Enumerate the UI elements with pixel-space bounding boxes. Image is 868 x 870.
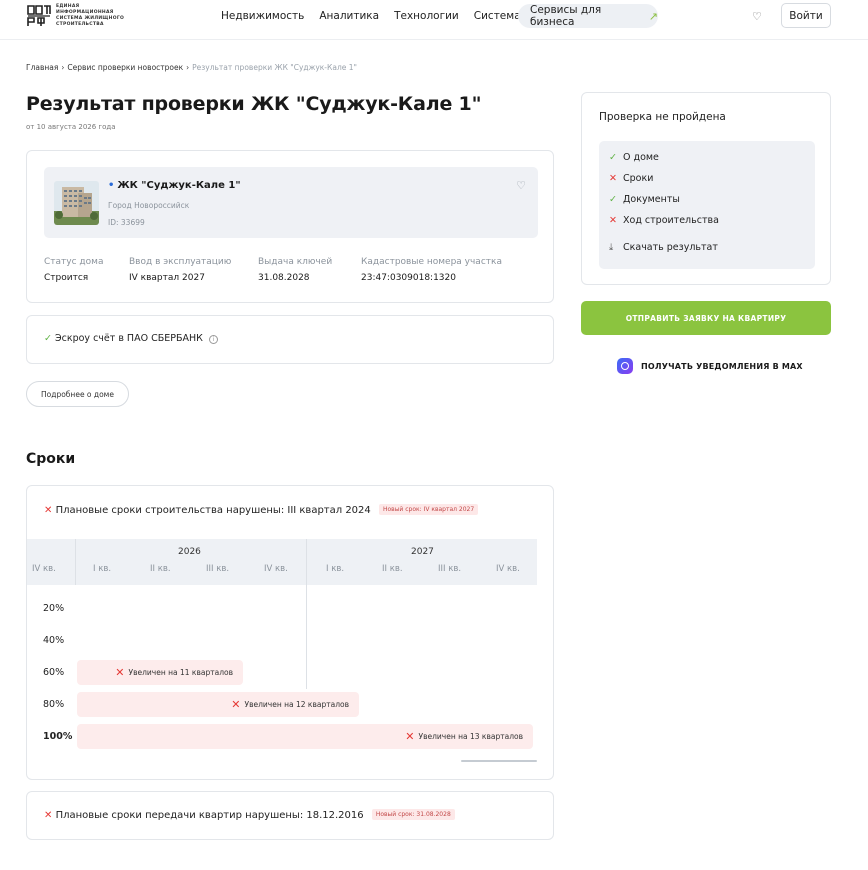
escrow-line: ✓ Эскроу счёт в ПАО СБЕРБАНК i: [44, 333, 218, 344]
fact-status: Статус дома Строится: [44, 257, 104, 283]
delay-bar-60[interactable]: ✕ Увеличен на 11 кварталов: [77, 660, 243, 685]
house-summary[interactable]: • ЖК "Суджук-Кале 1" Город Новороссийск I…: [44, 167, 538, 238]
favorite-heart-icon[interactable]: ♡: [516, 179, 526, 192]
max-notifications-link[interactable]: ПОЛУЧАТЬ УВЕДОМЛЕНИЯ В MAX: [617, 358, 803, 374]
chevron-right-icon: ›: [61, 63, 65, 72]
progress-row-label: 100%: [43, 731, 73, 742]
progress-row-label: 20%: [43, 603, 65, 614]
chevron-right-icon: ›: [186, 63, 190, 72]
nav-item-analytics[interactable]: Аналитика: [319, 10, 379, 22]
download-icon: ⤓: [609, 242, 614, 253]
timeline-year-divider: [306, 539, 307, 689]
construction-terms-card: ✕ Плановые сроки строительства нарушены:…: [26, 485, 554, 780]
page-title: Результат проверки ЖК "Суджук-Кале 1": [26, 93, 482, 115]
escrow-card: ✓ Эскроу счёт в ПАО СБЕРБАНК i: [26, 315, 554, 364]
handover-violation: ✕ Плановые сроки передачи квартир наруше…: [44, 809, 455, 821]
more-about-house-button[interactable]: Подробнее о доме: [26, 381, 129, 407]
quarter-label: III кв.: [206, 564, 230, 574]
check-items: ✓ О доме ✕ Сроки ✓ Документы ✕ Ход строитель…: [599, 141, 815, 269]
progress-row-label: 60%: [43, 667, 65, 678]
download-result-link[interactable]: ⤓ Скачать результат: [609, 242, 718, 253]
fact-commissioning: Ввод в эксплуатацию IV квартал 2027: [129, 257, 232, 283]
breadcrumb-service[interactable]: Сервис проверки новостроек: [67, 63, 183, 72]
house-city: Город Новороссийск: [108, 201, 190, 210]
timeline-scrollbar[interactable]: [461, 760, 537, 762]
house-facts: Статус дома Строится Ввод в эксплуатацию…: [44, 257, 538, 287]
cross-icon: ✕: [231, 698, 241, 711]
main-nav: Недвижимость Аналитика Технологии Систем…: [221, 10, 536, 22]
house-card: • ЖК "Суджук-Кале 1" Город Новороссийск I…: [26, 150, 554, 303]
escrow-text: Эскроу счёт в ПАО СБЕРБАНК: [55, 333, 203, 344]
cross-icon: ✕: [609, 173, 617, 184]
cross-icon: ✕: [609, 215, 617, 226]
max-messenger-icon: [617, 358, 633, 374]
terms-section-title: Сроки: [26, 451, 76, 467]
nav-item-system[interactable]: Система: [474, 10, 521, 22]
year-label: 2026: [178, 547, 201, 557]
quarter-label: II кв.: [150, 564, 171, 574]
dom-rf-logo-icon: [26, 3, 52, 29]
business-services-button[interactable]: Сервисы для бизнеса ↗: [518, 4, 658, 28]
arrow-up-right-icon: ↗: [648, 9, 658, 23]
check-result-card: Проверка не пройдена ✓ О доме ✕ Сроки ✓ Док…: [581, 92, 831, 285]
nav-item-realty[interactable]: Недвижимость: [221, 10, 304, 22]
check-item-documents[interactable]: ✓ Документы: [609, 194, 680, 205]
delay-bar-80[interactable]: ✕ Увеличен на 12 кварталов: [77, 692, 359, 717]
check-item-terms[interactable]: ✕ Сроки: [609, 173, 653, 184]
business-services-label: Сервисы для бизнеса: [530, 4, 602, 28]
logo[interactable]: ЕДИНАЯ ИНФОРМАЦИОННАЯ СИСТЕМА ЖИЛИЩНОГО …: [26, 3, 130, 29]
progress-row-label: 80%: [43, 699, 65, 710]
check-result-title: Проверка не пройдена: [599, 111, 726, 123]
fact-keys: Выдача ключей 31.08.2028: [258, 257, 333, 283]
nav-item-tech[interactable]: Технологии: [394, 10, 459, 22]
timeline-header: 2026 2027 IV кв. I кв. II кв. III кв. IV…: [27, 539, 537, 585]
breadcrumb-home[interactable]: Главная: [26, 63, 58, 72]
favorites-heart-icon[interactable]: ♡: [752, 10, 762, 23]
check-icon: ✓: [609, 152, 617, 163]
new-term-badge: Новый срок: 31.08.2028: [371, 809, 455, 820]
fact-cadastre: Кадастровые номера участка 23:47:0309018…: [361, 257, 502, 283]
dot-icon: •: [108, 180, 115, 191]
info-icon[interactable]: i: [208, 335, 218, 344]
check-icon: ✓: [609, 194, 617, 205]
cross-icon: ✕: [44, 505, 53, 516]
login-button[interactable]: Войти: [781, 3, 831, 28]
construction-violation: ✕ Плановые сроки строительства нарушены:…: [44, 504, 479, 516]
handover-terms-card: ✕ Плановые сроки передачи квартир наруше…: [26, 791, 554, 840]
delay-bar-100[interactable]: ✕ Увеличен на 13 кварталов: [77, 724, 533, 749]
cross-icon: ✕: [115, 666, 125, 679]
apartment-request-button[interactable]: ОТПРАВИТЬ ЗАЯВКУ НА КВАРТИРУ: [581, 301, 831, 335]
check-item-progress[interactable]: ✕ Ход строительства: [609, 215, 719, 226]
house-photo: [54, 181, 99, 225]
quarter-label: IV кв.: [496, 564, 520, 574]
check-icon: ✓: [44, 333, 52, 344]
site-header: ЕДИНАЯ ИНФОРМАЦИОННАЯ СИСТЕМА ЖИЛИЩНОГО …: [0, 0, 868, 40]
cross-icon: ✕: [44, 810, 53, 821]
cross-icon: ✕: [405, 730, 415, 743]
logo-text: ЕДИНАЯ ИНФОРМАЦИОННАЯ СИСТЕМА ЖИЛИЩНОГО …: [56, 4, 125, 27]
quarter-label: I кв.: [326, 564, 345, 574]
check-item-about[interactable]: ✓ О доме: [609, 152, 659, 163]
progress-row-label: 40%: [43, 635, 65, 646]
house-id: ID: 33699: [108, 218, 145, 227]
new-term-badge: Новый срок: IV квартал 2027: [378, 504, 479, 515]
breadcrumb-current: Результат проверки ЖК "Суджук-Кале 1": [192, 63, 357, 72]
page-date: от 10 августа 2026 года: [26, 123, 116, 131]
quarter-label: IV кв.: [264, 564, 288, 574]
max-notifications-label: ПОЛУЧАТЬ УВЕДОМЛЕНИЯ В MAX: [641, 361, 803, 371]
breadcrumb: Главная › Сервис проверки новостроек › Резул…: [26, 63, 357, 72]
quarter-label: I кв.: [93, 564, 112, 574]
timeline-divider: [75, 539, 76, 585]
house-name: • ЖК "Суджук-Кале 1": [108, 180, 241, 191]
quarter-label: III кв.: [438, 564, 462, 574]
quarter-label: IV кв.: [32, 564, 56, 574]
year-label: 2027: [411, 547, 434, 557]
quarter-label: II кв.: [382, 564, 403, 574]
